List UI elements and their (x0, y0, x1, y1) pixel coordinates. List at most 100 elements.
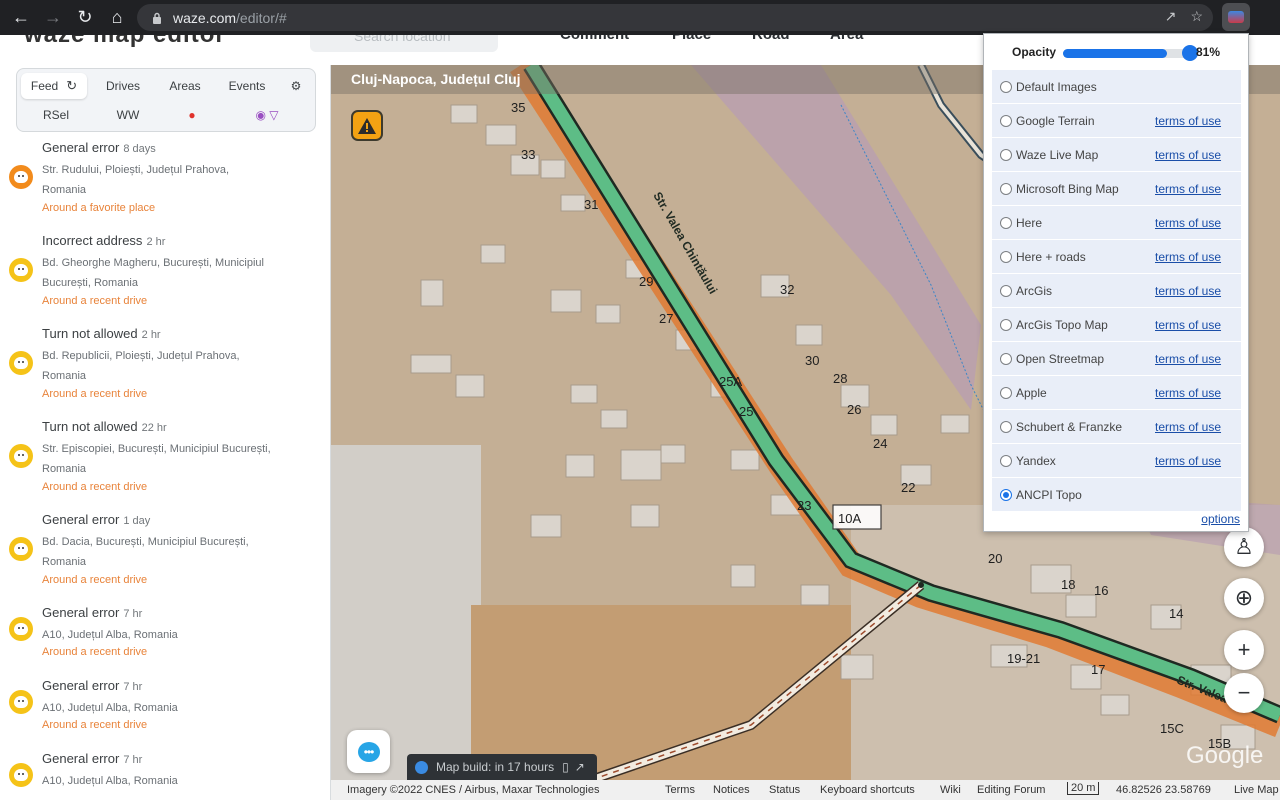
imagery-source-row[interactable]: Microsoft Bing Map terms of use (992, 172, 1241, 206)
footer-link-status[interactable]: Status (769, 784, 800, 796)
list-item[interactable]: Turn not allowed 22 hr Str. Episcopiei, B… (0, 414, 330, 507)
terms-of-use-link[interactable]: terms of use (1155, 250, 1221, 264)
reporter-avatar-icon (9, 617, 33, 641)
comment-tool[interactable]: Comment (560, 35, 629, 43)
back-icon[interactable]: ← (10, 7, 32, 29)
place-tool[interactable]: Place (672, 35, 711, 43)
tab-areas[interactable]: Areas (155, 73, 215, 99)
footer-link-wiki[interactable]: Wiki (940, 784, 961, 796)
url-path: /editor/# (236, 9, 287, 26)
terms-of-use-link[interactable]: terms of use (1155, 284, 1221, 298)
imagery-source-radio[interactable] (1000, 81, 1012, 93)
feed-address: Bd. Dacia, București, Municipiul Bucureș… (42, 536, 249, 568)
options-link[interactable]: options (1201, 512, 1240, 526)
location-pin-icon[interactable]: ● (167, 102, 217, 128)
external-link-icon[interactable]: ↗ (575, 760, 585, 774)
list-item[interactable]: General error 1 day Bd. Dacia, București,… (0, 507, 330, 600)
imagery-source-radio[interactable] (1000, 251, 1012, 263)
locate-me-button[interactable]: ⊕ (1224, 578, 1264, 618)
warning-button[interactable] (351, 110, 383, 141)
reload-icon[interactable]: ↻ (74, 7, 96, 29)
imagery-source-row[interactable]: Waze Live Map terms of use (992, 138, 1241, 172)
imagery-source-radio[interactable] (1000, 353, 1012, 365)
terms-of-use-link[interactable]: terms of use (1155, 352, 1221, 366)
terms-of-use-link[interactable]: terms of use (1155, 114, 1221, 128)
list-item[interactable]: Incorrect address 2 hr Bd. Gheorghe Maghe… (0, 228, 330, 321)
imagery-source-row[interactable]: Open Streetmap terms of use (992, 342, 1241, 376)
house-number: 33 (521, 147, 536, 162)
list-item[interactable]: General error 7 hr A10, Județul Alba, Rom… (0, 600, 330, 673)
address-bar[interactable]: waze.com/editor/# ↗ ☆ (137, 4, 1213, 31)
terms-of-use-link[interactable]: terms of use (1155, 454, 1221, 468)
zoom-in-button[interactable]: + (1224, 630, 1264, 670)
imagery-source-radio[interactable] (1000, 421, 1012, 433)
tab-feed[interactable]: Feed ↻ (21, 73, 87, 99)
feed-title: General error 7 hr (42, 605, 143, 620)
map-build-status: Map build: in 17 hours ▯ ↗ (407, 754, 597, 780)
home-icon[interactable]: ⌂ (106, 7, 128, 29)
tab-events[interactable]: Events (217, 73, 277, 99)
filter-icon[interactable]: ◉ ▽ (243, 102, 291, 128)
imagery-source-row[interactable]: Default Images (992, 70, 1241, 104)
warning-icon (358, 117, 376, 134)
opacity-slider-fill (1063, 49, 1167, 58)
imagery-source-row[interactable]: ArcGis terms of use (992, 274, 1241, 308)
imagery-source-radio[interactable] (1000, 319, 1012, 331)
footer-link-terms[interactable]: Terms (665, 784, 695, 796)
imagery-source-radio[interactable] (1000, 183, 1012, 195)
footer-link-shortcuts[interactable]: Keyboard shortcuts (820, 784, 915, 796)
forward-icon[interactable]: → (42, 7, 64, 29)
footer-link-notices[interactable]: Notices (713, 784, 750, 796)
imagery-source-row[interactable]: Schubert & Franzke terms of use (992, 410, 1241, 444)
imagery-source-row[interactable]: Yandex terms of use (992, 444, 1241, 478)
terms-of-use-link[interactable]: terms of use (1155, 216, 1221, 230)
map-build-text: Map build: in 17 hours (436, 760, 555, 774)
terms-of-use-link[interactable]: terms of use (1155, 386, 1221, 400)
terms-of-use-link[interactable]: terms of use (1155, 148, 1221, 162)
terms-of-use-link[interactable]: terms of use (1155, 182, 1221, 196)
imagery-source-row[interactable]: ANCPI Topo (992, 478, 1241, 512)
road-tool[interactable]: Road (752, 35, 790, 43)
list-item[interactable]: General error 7 hr A10, Județul Alba, Rom… (0, 746, 330, 800)
list-item[interactable]: General error 7 hr A10, Județul Alba, Rom… (0, 673, 330, 746)
imagery-source-radio[interactable] (1000, 115, 1012, 127)
tab-feed-label: Feed (30, 79, 59, 93)
tab-drives[interactable]: Drives (93, 73, 153, 99)
chat-button[interactable]: ••• (347, 730, 390, 773)
list-item[interactable]: General error 8 days Str. Rudului, Ploieș… (0, 135, 330, 228)
list-item[interactable]: Turn not allowed 2 hr Bd. Republicii, Plo… (0, 321, 330, 414)
settings-gear-icon[interactable]: ⚙ (283, 73, 309, 99)
imagery-source-row[interactable]: Here + roads terms of use (992, 240, 1241, 274)
coordinates: 46.82526 23.58769 (1116, 784, 1211, 796)
bookmark-star-icon[interactable]: ☆ (1190, 8, 1203, 25)
opacity-slider[interactable] (1063, 49, 1191, 58)
terms-of-use-link[interactable]: terms of use (1155, 318, 1221, 332)
chat-bubble-icon: ••• (357, 741, 380, 762)
imagery-source-radio[interactable] (1000, 149, 1012, 161)
imagery-source-row[interactable]: Google Terrain terms of use (992, 104, 1241, 138)
footer-link-live-map[interactable]: Live Map (1234, 784, 1279, 796)
imagery-source-radio[interactable] (1000, 217, 1012, 229)
share-icon[interactable]: ↗ (1165, 8, 1177, 25)
zoom-out-button[interactable]: − (1224, 673, 1264, 713)
imagery-source-row[interactable]: ArcGis Topo Map terms of use (992, 308, 1241, 342)
area-tool[interactable]: Area (830, 35, 863, 43)
imagery-source-radio[interactable] (1000, 489, 1012, 501)
tab-ww[interactable]: WW (103, 102, 153, 128)
search-input[interactable]: Search location (310, 35, 498, 52)
imagery-source-radio[interactable] (1000, 455, 1012, 467)
info-icon (415, 760, 428, 774)
tab-rsel[interactable]: RSel (31, 102, 81, 128)
imagery-source-row[interactable]: Apple terms of use (992, 376, 1241, 410)
refresh-icon[interactable]: ↻ (66, 78, 77, 94)
imagery-source-radio[interactable] (1000, 285, 1012, 297)
house-number: 16 (1094, 583, 1109, 598)
terms-of-use-link[interactable]: terms of use (1155, 420, 1221, 434)
phone-icon[interactable]: ▯ (562, 760, 569, 774)
imagery-source-radio[interactable] (1000, 387, 1012, 399)
street-view-button[interactable]: ♙ (1224, 527, 1264, 567)
waze-logo: waze map editor (24, 35, 226, 49)
imagery-source-row[interactable]: Here terms of use (992, 206, 1241, 240)
imagery-extension-button[interactable] (1222, 3, 1250, 31)
footer-link-forum[interactable]: Editing Forum (977, 784, 1045, 796)
